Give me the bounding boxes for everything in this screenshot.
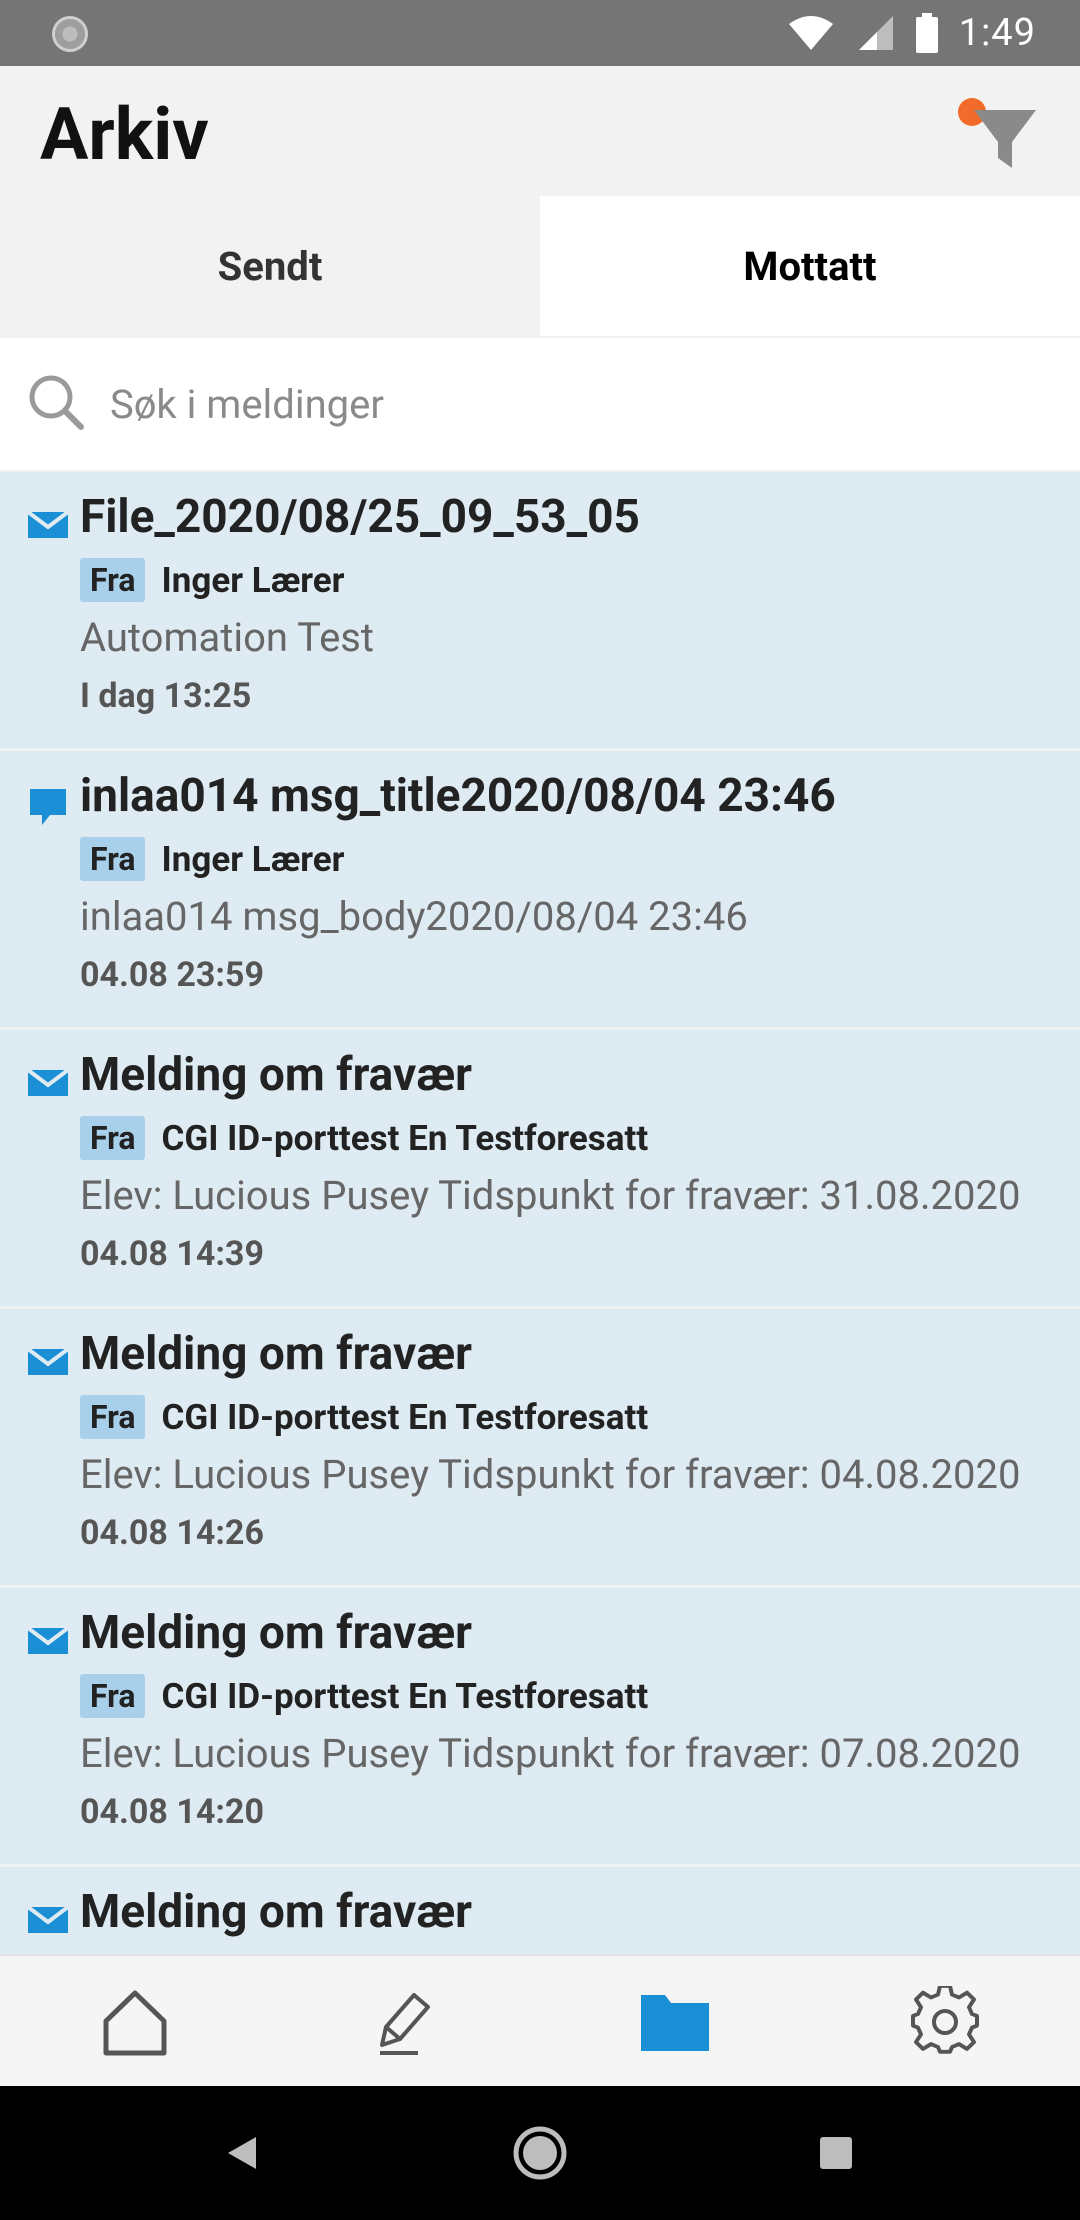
system-home-button[interactable] [512, 2086, 568, 2220]
recents-icon [820, 2137, 852, 2169]
envelope-icon [28, 1905, 68, 1933]
from-badge: Fra [80, 1116, 146, 1160]
message-date: 04.08 14:20 [80, 1792, 264, 1832]
nav-settings[interactable] [810, 1956, 1080, 2088]
message-from: Fra Inger Lærer [80, 558, 344, 602]
message-item[interactable]: File_2020/08/25_09_53_05 Fra Inger Lærer… [0, 472, 1080, 751]
settings-icon [911, 1986, 979, 2054]
message-item[interactable]: Melding om fravær Fra CGI ID-porttest En… [0, 1309, 1080, 1588]
status-bar: 1:49 [0, 0, 1080, 66]
message-from: Fra CGI ID-porttest En Testforesatt [80, 1395, 648, 1439]
message-preview: Elev: Lucious Pusey Tidspunkt for fravær… [80, 1172, 1021, 1219]
tab-sendt[interactable]: Sendt [0, 196, 540, 336]
back-icon [228, 2137, 256, 2169]
system-recents-button[interactable] [818, 2086, 854, 2220]
message-list[interactable]: File_2020/08/25_09_53_05 Fra Inger Lærer… [0, 472, 1080, 1954]
notification-icon [52, 16, 88, 52]
message-sender: Inger Lærer [161, 559, 345, 601]
message-subject: Melding om fravær [80, 1327, 472, 1381]
message-preview: Elev: Lucious Pusey Tidspunkt for fravær… [80, 1730, 1021, 1777]
from-badge: Fra [80, 837, 146, 881]
wifi-icon [788, 16, 833, 50]
search-bar [0, 338, 1080, 470]
message-preview: Automation Test [80, 614, 375, 661]
tab-label: Sendt [217, 242, 323, 290]
nav-archive[interactable] [540, 1956, 810, 2088]
message-subject: inlaa014 msg_title2020/08/04 23:46 [80, 769, 836, 823]
message-item[interactable]: Melding om fravær [0, 1867, 1080, 1954]
filter-button[interactable] [954, 80, 1044, 180]
message-sender: CGI ID-porttest En Testforesatt [161, 1117, 649, 1159]
from-badge: Fra [80, 558, 146, 602]
message-preview: Elev: Lucious Pusey Tidspunkt for fravær… [80, 1451, 1021, 1498]
message-subject: Melding om fravær [80, 1048, 472, 1102]
home-icon [103, 1990, 167, 2056]
from-badge: Fra [80, 1674, 146, 1718]
nav-home[interactable] [0, 1956, 270, 2088]
envelope-icon [28, 510, 68, 538]
envelope-icon [28, 1068, 68, 1096]
search-icon [29, 375, 84, 430]
system-back-button[interactable] [222, 2086, 262, 2220]
message-date: 04.08 14:26 [80, 1513, 264, 1553]
home-circle-icon [513, 2126, 567, 2180]
battery-icon [915, 13, 938, 53]
message-sender: CGI ID-porttest En Testforesatt [161, 1675, 649, 1717]
folder-icon [641, 1995, 709, 2051]
from-badge: Fra [80, 1395, 146, 1439]
tab-bar: Sendt Mottatt [0, 196, 1080, 336]
message-item[interactable]: inlaa014 msg_title2020/08/04 23:46 Fra I… [0, 751, 1080, 1030]
message-item[interactable]: Melding om fravær Fra CGI ID-porttest En… [0, 1030, 1080, 1309]
search-input[interactable] [108, 368, 1012, 440]
message-date: I dag 13:25 [80, 676, 252, 716]
tab-label: Mottatt [743, 242, 877, 290]
clock: 1:49 [958, 11, 1036, 55]
message-from: Fra CGI ID-porttest En Testforesatt [80, 1116, 648, 1160]
envelope-icon [28, 1347, 68, 1375]
app-header: Arkiv [0, 66, 1080, 196]
signal-icon [858, 16, 893, 50]
message-date: 04.08 14:39 [80, 1234, 264, 1274]
compose-icon [380, 1993, 430, 2055]
message-subject: Melding om fravær [80, 1885, 472, 1939]
bottom-navigation [0, 1954, 1080, 2088]
message-from: Fra Inger Lærer [80, 837, 344, 881]
message-subject: Melding om fravær [80, 1606, 472, 1660]
message-sender: CGI ID-porttest En Testforesatt [161, 1396, 649, 1438]
filter-icon [974, 110, 1036, 168]
message-sender: Inger Lærer [161, 838, 345, 880]
page-title: Arkiv [40, 92, 209, 177]
message-item[interactable]: Melding om fravær Fra CGI ID-porttest En… [0, 1588, 1080, 1867]
message-subject: File_2020/08/25_09_53_05 [80, 490, 640, 544]
envelope-icon [28, 1626, 68, 1654]
system-navigation-bar [0, 2086, 1080, 2220]
message-from: Fra CGI ID-porttest En Testforesatt [80, 1674, 648, 1718]
chat-bubble-icon [30, 789, 66, 825]
tab-mottatt[interactable]: Mottatt [540, 196, 1080, 336]
nav-compose[interactable] [270, 1956, 540, 2088]
message-date: 04.08 23:59 [80, 955, 264, 995]
message-preview: inlaa014 msg_body2020/08/04 23:46 [80, 893, 748, 940]
